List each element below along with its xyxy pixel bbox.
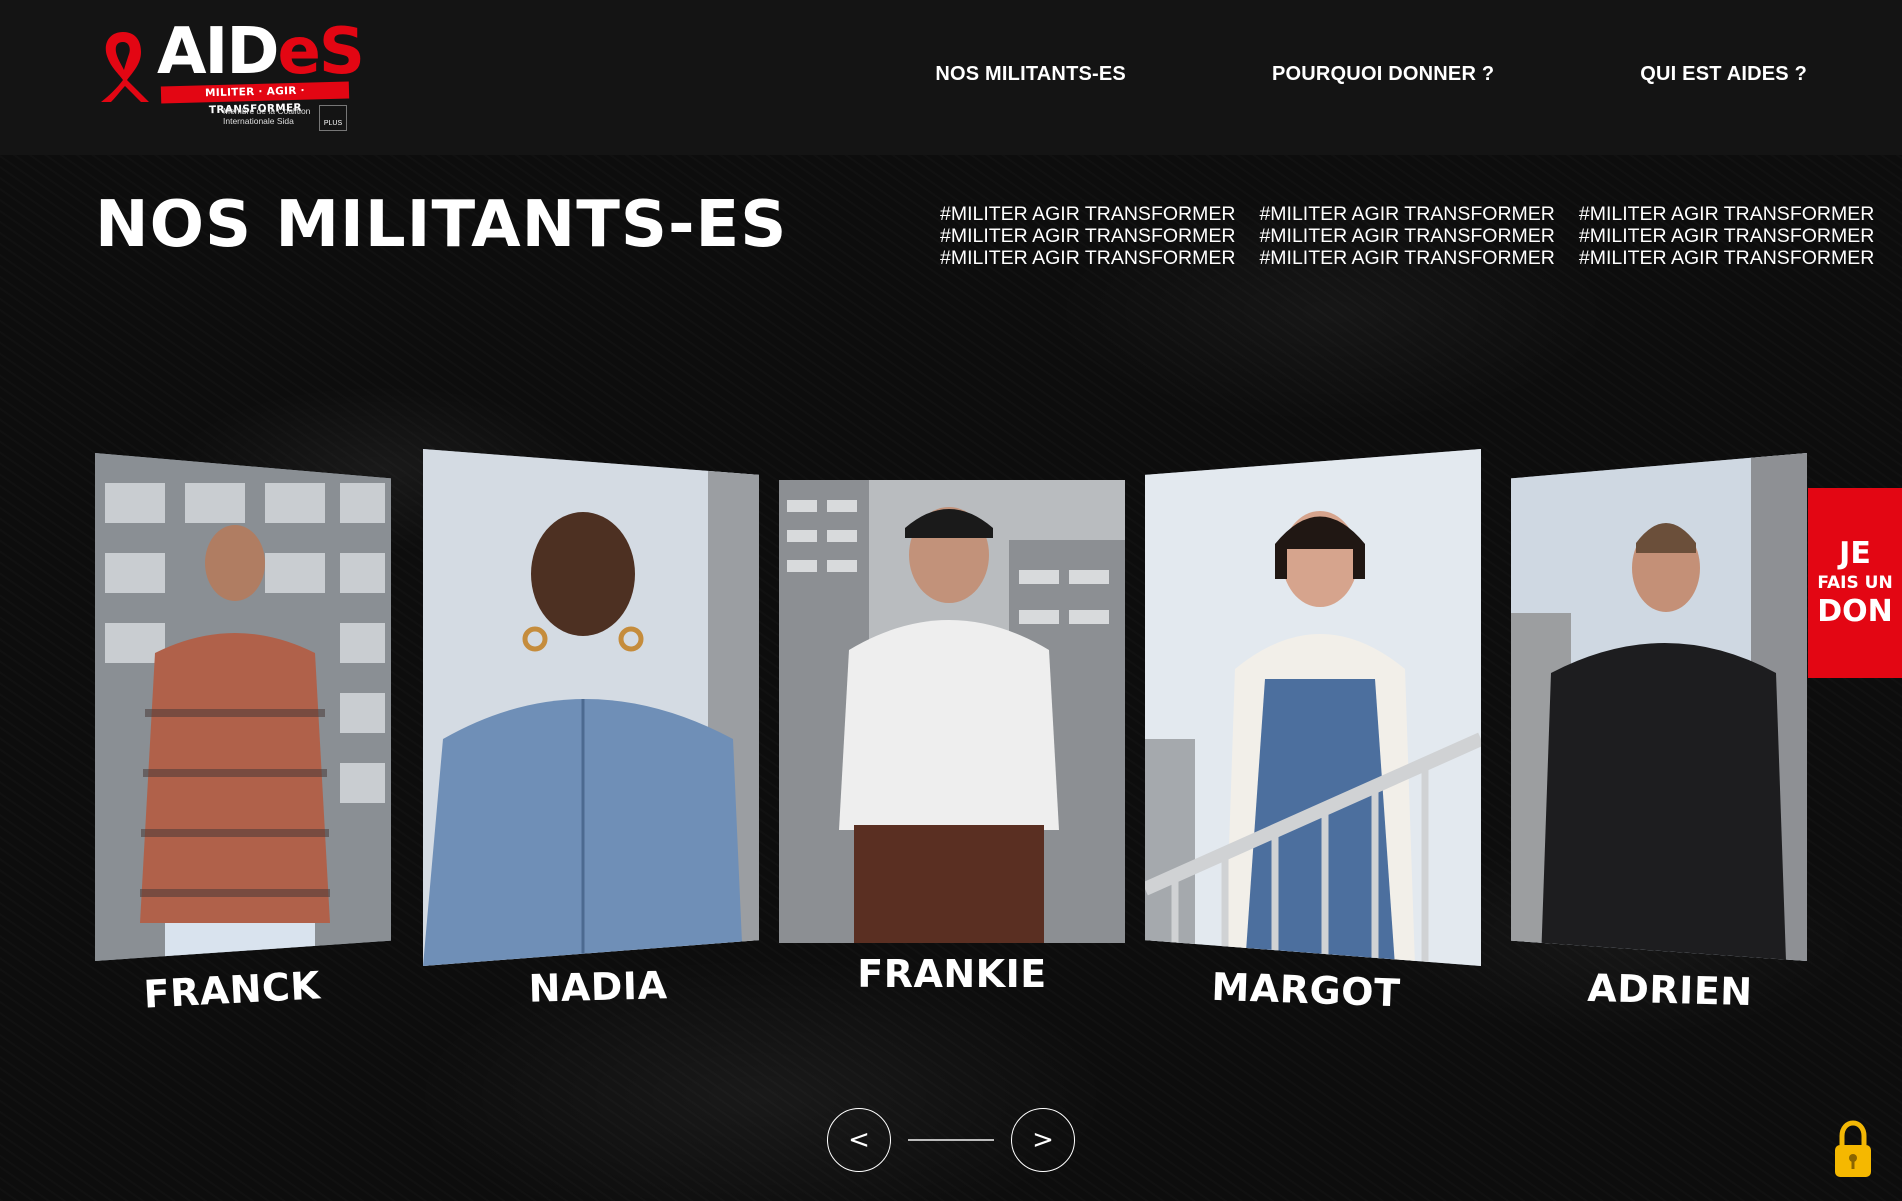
- ribbon-icon: [101, 32, 149, 102]
- militant-name: ADRIEN: [1586, 965, 1754, 1015]
- donate-line-3: DON: [1817, 594, 1893, 629]
- donate-line-2: FAIS UN: [1817, 573, 1893, 593]
- nav-item-qui-est-aides[interactable]: QUI EST AIDES ?: [1640, 63, 1807, 86]
- carousel-progress-line: [908, 1139, 994, 1141]
- chevron-left-icon: <: [848, 1125, 870, 1155]
- militant-photo: [95, 453, 391, 961]
- logo-wordmark: AIDeS: [157, 15, 365, 89]
- donate-button[interactable]: JE FAIS UN DON: [1808, 488, 1902, 678]
- hashtag-text: #MILITER AGIR TRANSFORMER: [1259, 203, 1555, 225]
- hashtag-text: #MILITER AGIR TRANSFORMER: [1578, 225, 1875, 247]
- hashtag-text: #MILITER AGIR TRANSFORMER: [940, 225, 1236, 247]
- nav-item-pourquoi-donner[interactable]: POURQUOI DONNER ?: [1272, 63, 1494, 86]
- donate-line-1: JE: [1839, 536, 1871, 571]
- page-title: NOS MILITANTS-ES: [95, 188, 788, 262]
- main-nav: NOS MILITANTS-ES POURQUOI DONNER ? QUI E…: [935, 63, 1807, 86]
- hashtag-text: #MILITER AGIR TRANSFORMER: [1259, 247, 1555, 269]
- nav-item-militants[interactable]: NOS MILITANTS-ES: [935, 63, 1126, 86]
- hashtag-text: #MILITER AGIR TRANSFORMER: [1259, 225, 1555, 247]
- hashtag-text: #MILITER AGIR TRANSFORMER: [940, 203, 1236, 225]
- hashtag-text: #MILITER AGIR TRANSFORMER: [1578, 203, 1875, 225]
- chevron-right-icon: >: [1032, 1125, 1054, 1155]
- lock-icon[interactable]: [1832, 1120, 1874, 1180]
- hashtag-text: #MILITER AGIR TRANSFORMER: [1578, 247, 1875, 269]
- militant-photo: [1511, 453, 1807, 961]
- hashtag-block: #MILITER AGIR TRANSFORMER #MILITER AGIR …: [940, 203, 1874, 269]
- carousel-next-button[interactable]: >: [1011, 1108, 1075, 1172]
- militant-name: NADIA: [528, 963, 668, 1011]
- militant-photo: [423, 449, 759, 966]
- aides-logo[interactable]: AIDeS MILITER · AGIR · TRANSFORMER Membr…: [95, 20, 365, 131]
- militant-photo: [1145, 449, 1481, 966]
- hashtag-text: #MILITER AGIR TRANSFORMER: [940, 247, 1236, 269]
- site-header: AIDeS MILITER · AGIR · TRANSFORMER Membr…: [0, 0, 1902, 155]
- militant-photo: [779, 480, 1125, 943]
- carousel-prev-button[interactable]: <: [827, 1108, 891, 1172]
- coalition-badge: PLUS: [319, 105, 347, 131]
- logo-member-text: Membre de la Coalition Internationale Si…: [223, 106, 311, 126]
- logo-tagline: MILITER · AGIR · TRANSFORMER: [160, 81, 350, 116]
- militant-name: FRANKIE: [857, 952, 1047, 996]
